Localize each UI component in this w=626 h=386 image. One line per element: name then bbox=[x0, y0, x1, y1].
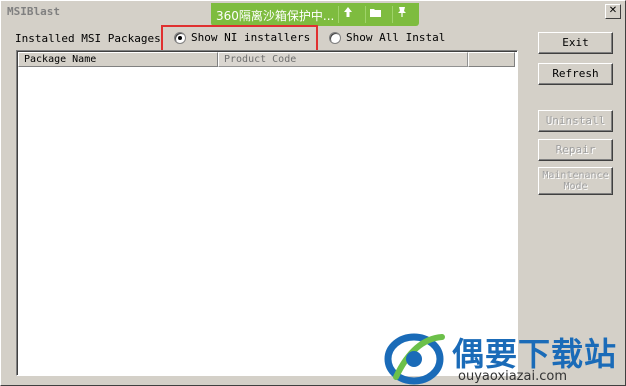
packages-list[interactable]: Package Name Product Code bbox=[16, 50, 518, 376]
exit-button[interactable]: Exit bbox=[538, 32, 613, 54]
column-header-package-name[interactable]: Package Name bbox=[18, 52, 218, 67]
folder-icon[interactable] bbox=[365, 6, 384, 23]
sandbox-toolbar: 360隔离沙箱保护中... bbox=[211, 3, 419, 26]
radio-unselected-indicator[interactable] bbox=[329, 31, 341, 44]
watermark-logo-icon bbox=[384, 333, 445, 385]
watermark: 偶要下载站 ouyaoxiazai.com bbox=[384, 329, 624, 385]
msiblast-window: MSIBlast ✕ 360隔离沙箱保护中... Installed MSI P… bbox=[0, 0, 626, 386]
refresh-button[interactable]: Refresh bbox=[538, 63, 613, 85]
watermark-url: ouyaoxiazai.com bbox=[458, 369, 567, 384]
sandbox-status-text: 360隔离沙箱保护中... bbox=[216, 9, 335, 23]
maintenance-mode-button[interactable]: Maintenance Mode bbox=[538, 167, 613, 195]
close-button[interactable]: ✕ bbox=[605, 4, 621, 19]
column-header-extra[interactable] bbox=[468, 52, 515, 67]
pin-icon[interactable] bbox=[392, 6, 411, 23]
column-header-product-code[interactable]: Product Code bbox=[218, 52, 468, 67]
installed-packages-label: Installed MSI Packages bbox=[15, 32, 161, 45]
window-title: MSIBlast bbox=[7, 5, 60, 18]
uninstall-button[interactable]: Uninstall bbox=[538, 110, 613, 132]
show-all-installers-label: Show All Instal bbox=[346, 31, 446, 44]
show-all-installers-radio[interactable]: Show All Instal bbox=[329, 31, 445, 44]
repair-button[interactable]: Repair bbox=[538, 139, 613, 161]
tree-icon[interactable] bbox=[338, 6, 357, 23]
